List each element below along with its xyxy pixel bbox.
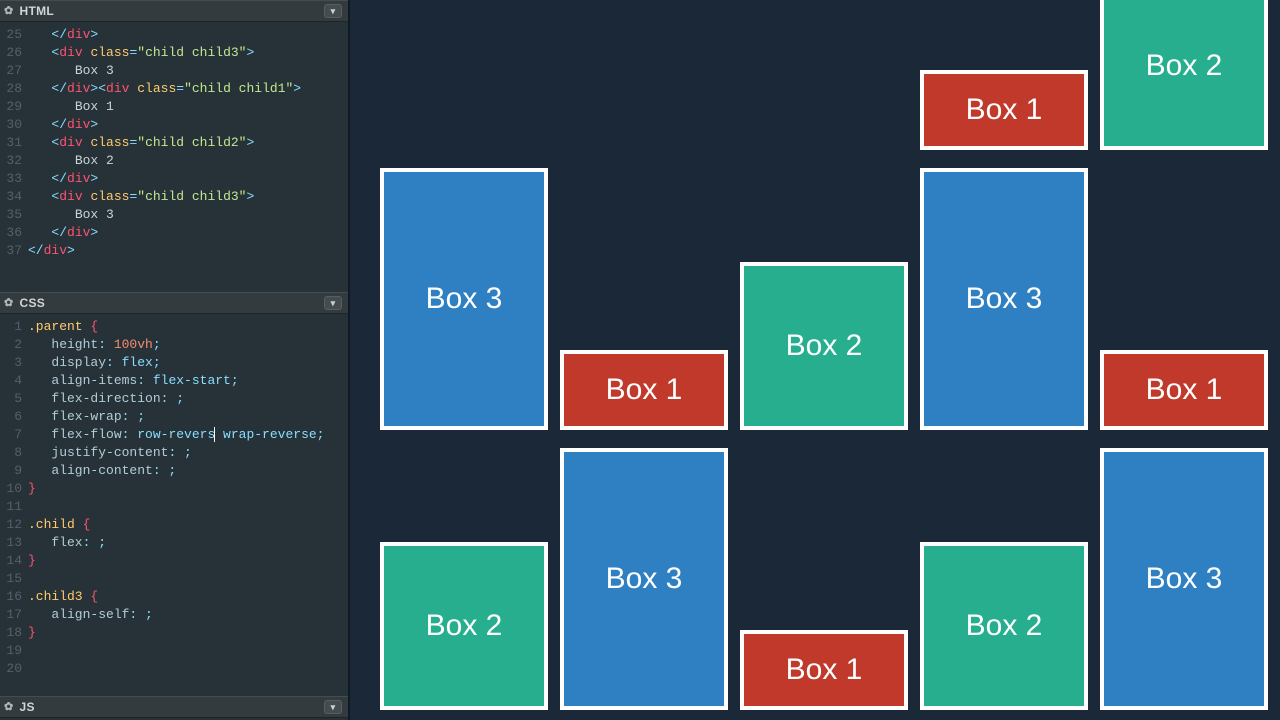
code-line[interactable]: 20 [6,660,348,678]
line-number: 8 [6,444,28,462]
line-number: 5 [6,390,28,408]
flex-child-child3: Box 3 [920,168,1088,430]
line-number: 18 [6,624,28,642]
line-number: 4 [6,372,28,390]
line-number: 30 [6,116,28,134]
code-line[interactable]: 32 Box 2 [6,152,348,170]
code-line[interactable]: 3 display: flex; [6,354,348,372]
css-editor[interactable]: 1.parent {2 height: 100vh;3 display: fle… [0,314,348,696]
css-panel: ✿ CSS ▾ 1.parent {2 height: 100vh;3 disp… [0,292,348,696]
code-line[interactable]: 16.child3 { [6,588,348,606]
line-number: 3 [6,354,28,372]
code-line[interactable]: 31 <div class="child child2"> [6,134,348,152]
flex-child-child3: Box 3 [1100,448,1268,710]
line-number: 9 [6,462,28,480]
line-number: 28 [6,80,28,98]
line-number: 26 [6,44,28,62]
line-number: 34 [6,188,28,206]
code-line[interactable]: 6 flex-wrap: ; [6,408,348,426]
code-line[interactable]: 34 <div class="child child3"> [6,188,348,206]
line-number: 14 [6,552,28,570]
code-line[interactable]: 7 flex-flow: row-revers wrap-reverse; [6,426,348,444]
code-line[interactable]: 19 [6,642,348,660]
code-line[interactable]: 8 justify-content: ; [6,444,348,462]
code-line[interactable]: 9 align-content: ; [6,462,348,480]
code-line[interactable]: 17 align-self: ; [6,606,348,624]
js-panel: ✿ JS ▾ [0,696,348,720]
code-line[interactable]: 37</div> [6,242,348,260]
code-line[interactable]: 36 </div> [6,224,348,242]
code-line[interactable]: 10} [6,480,348,498]
line-number: 16 [6,588,28,606]
code-line[interactable]: 4 align-items: flex-start; [6,372,348,390]
line-number: 32 [6,152,28,170]
line-number: 33 [6,170,28,188]
line-number: 2 [6,336,28,354]
flex-child-child3: Box 3 [560,448,728,710]
code-line[interactable]: 26 <div class="child child3"> [6,44,348,62]
code-line[interactable]: 28 </div><div class="child child1"> [6,80,348,98]
html-editor[interactable]: 25 </div>26 <div class="child child3">27… [0,22,348,292]
flex-child-child1: Box 1 [740,630,908,710]
line-number: 15 [6,570,28,588]
gear-icon[interactable]: ✿ [4,6,14,17]
code-line[interactable]: 14} [6,552,348,570]
code-line[interactable]: 29 Box 1 [6,98,348,116]
line-number: 25 [6,26,28,44]
html-panel-header[interactable]: ✿ HTML ▾ [0,0,348,22]
chevron-down-icon[interactable]: ▾ [324,296,342,310]
flex-child-child2: Box 2 [740,262,908,430]
flex-child-child1: Box 1 [920,70,1088,150]
code-line[interactable]: 11 [6,498,348,516]
js-panel-header[interactable]: ✿ JS ▾ [0,696,348,718]
html-panel-title: HTML [20,4,55,18]
line-number: 13 [6,534,28,552]
flex-child-child1: Box 1 [560,350,728,430]
code-line[interactable]: 5 flex-direction: ; [6,390,348,408]
flex-child-child2: Box 2 [1100,0,1268,150]
line-number: 7 [6,426,28,444]
editor-sidebar: ✿ HTML ▾ 25 </div>26 <div class="child c… [0,0,350,720]
line-number: 1 [6,318,28,336]
flex-child-child2: Box 2 [380,542,548,710]
line-number: 11 [6,498,28,516]
line-number: 35 [6,206,28,224]
chevron-down-icon[interactable]: ▾ [324,700,342,714]
code-line[interactable]: 18} [6,624,348,642]
code-line[interactable]: 1.parent { [6,318,348,336]
flex-parent: Box 3Box 2Box 1Box 3Box 2Box 1Box 3Box 2… [368,0,1268,710]
flex-child-child3: Box 3 [380,168,548,430]
code-line[interactable]: 15 [6,570,348,588]
line-number: 31 [6,134,28,152]
chevron-down-icon[interactable]: ▾ [324,4,342,18]
css-panel-header[interactable]: ✿ CSS ▾ [0,292,348,314]
line-number: 29 [6,98,28,116]
code-line[interactable]: 33 </div> [6,170,348,188]
line-number: 37 [6,242,28,260]
code-line[interactable]: 13 flex: ; [6,534,348,552]
css-panel-title: CSS [20,296,46,310]
gear-icon[interactable]: ✿ [4,298,14,309]
js-panel-title: JS [20,700,35,714]
line-number: 17 [6,606,28,624]
code-line[interactable]: 2 height: 100vh; [6,336,348,354]
flex-child-child1: Box 1 [1100,350,1268,430]
html-panel: ✿ HTML ▾ 25 </div>26 <div class="child c… [0,0,348,292]
line-number: 19 [6,642,28,660]
gear-icon[interactable]: ✿ [4,702,14,713]
code-line[interactable]: 35 Box 3 [6,206,348,224]
line-number: 27 [6,62,28,80]
preview-pane: Box 3Box 2Box 1Box 3Box 2Box 1Box 3Box 2… [350,0,1280,720]
line-number: 6 [6,408,28,426]
code-line[interactable]: 27 Box 3 [6,62,348,80]
flex-child-child2: Box 2 [920,542,1088,710]
line-number: 20 [6,660,28,678]
line-number: 12 [6,516,28,534]
code-line[interactable]: 30 </div> [6,116,348,134]
code-line[interactable]: 25 </div> [6,26,348,44]
line-number: 36 [6,224,28,242]
line-number: 10 [6,480,28,498]
code-line[interactable]: 12.child { [6,516,348,534]
